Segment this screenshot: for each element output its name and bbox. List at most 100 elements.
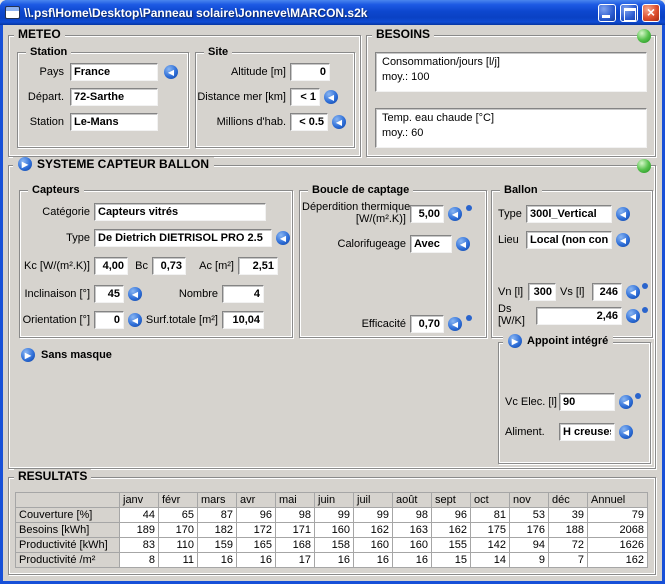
corner-cell <box>15 492 120 508</box>
appoint-expand-icon[interactable] <box>508 334 522 348</box>
ds-picker-button[interactable] <box>626 309 640 323</box>
habitants-input[interactable] <box>290 113 328 131</box>
resultats-group-title: RESULTATS <box>14 469 92 483</box>
close-button[interactable] <box>642 3 660 22</box>
row-label: Couverture [%] <box>15 507 120 523</box>
habitants-picker-button[interactable] <box>332 115 346 129</box>
station-input[interactable] <box>70 113 158 131</box>
vc-elec-picker-button[interactable] <box>619 395 633 409</box>
cell: 39 <box>548 507 588 523</box>
cell: 94 <box>509 537 549 553</box>
aliment-picker-button[interactable] <box>619 425 633 439</box>
cell: 7 <box>548 552 588 568</box>
surface-input[interactable] <box>222 311 264 329</box>
systeme-section-icon[interactable] <box>637 159 651 173</box>
cell: 16 <box>314 552 354 568</box>
cell: 79 <box>587 507 648 523</box>
lieu-input[interactable] <box>526 231 612 249</box>
deperdition-input[interactable] <box>410 205 444 223</box>
systeme-expand-icon[interactable] <box>18 157 32 171</box>
distance-mer-input[interactable] <box>290 88 320 106</box>
ballon-type-picker-button[interactable] <box>616 207 630 221</box>
consommation-value: moy.: 100 <box>382 71 430 83</box>
depart-input[interactable] <box>70 88 158 106</box>
cell: 98 <box>392 507 432 523</box>
calorifugeage-input[interactable] <box>410 235 452 253</box>
ballon-type-input[interactable] <box>526 205 612 223</box>
ac-label: Ac [m²] <box>199 260 234 272</box>
kc-label: Kc [W/(m².K)] <box>24 260 90 272</box>
cell: 11 <box>158 552 198 568</box>
vn-label: Vn [l] <box>498 286 524 298</box>
inclinaison-picker-button[interactable] <box>128 287 142 301</box>
efficacite-picker-button[interactable] <box>448 317 462 331</box>
cell: 96 <box>431 507 471 523</box>
bc-input[interactable] <box>152 257 186 275</box>
minimize-button[interactable] <box>598 3 616 22</box>
besoins-section-icon[interactable] <box>637 29 651 43</box>
vc-elec-input[interactable] <box>559 393 615 411</box>
col-header: janv <box>119 492 159 508</box>
deperdition-picker-button[interactable] <box>448 207 462 221</box>
altitude-label: Altitude [m] <box>230 66 286 78</box>
cell: 142 <box>470 537 510 553</box>
deperdition-dot-icon <box>466 205 472 211</box>
cell: 87 <box>197 507 237 523</box>
window-content: METEO Station Pays Départ. Station Site … <box>3 25 662 581</box>
lieu-picker-button[interactable] <box>616 233 630 247</box>
efficacite-label: Efficacité <box>361 318 406 330</box>
col-header: févr <box>158 492 198 508</box>
orientation-input[interactable] <box>94 311 124 329</box>
capteur-type-picker-button[interactable] <box>276 231 290 245</box>
maximize-button[interactable] <box>620 3 638 22</box>
resultats-group: RESULTATS janv févr mars avr mai juin ju… <box>8 469 656 575</box>
inclinaison-input[interactable] <box>94 285 124 303</box>
app-window: \\.psf\Home\Desktop\Panneau solaire\Jonn… <box>0 0 665 584</box>
distance-mer-picker-button[interactable] <box>324 90 338 104</box>
consommation-panel[interactable]: Consommation/jours [l/j] moy.: 100 <box>375 52 647 92</box>
vs-picker-button[interactable] <box>626 285 640 299</box>
pays-label: Pays <box>39 66 64 78</box>
ds-label: Ds [W/K] <box>498 303 525 327</box>
col-header: juin <box>314 492 354 508</box>
ds-input[interactable] <box>536 307 622 325</box>
pays-input[interactable] <box>70 63 158 81</box>
temperature-panel[interactable]: Temp. eau chaude [°C] moy.: 60 <box>375 108 647 148</box>
cell: 160 <box>392 537 432 553</box>
cell: 171 <box>275 522 315 538</box>
calorifugeage-picker-button[interactable] <box>456 237 470 251</box>
boucle-group: Boucle de captage Déperdition thermique … <box>299 183 487 338</box>
col-header: nov <box>509 492 549 508</box>
temperature-value: moy.: 60 <box>382 127 424 139</box>
cell: 53 <box>509 507 549 523</box>
aliment-input[interactable] <box>559 423 615 441</box>
ac-input[interactable] <box>238 257 278 275</box>
categorie-input[interactable] <box>94 203 266 221</box>
cell: 16 <box>197 552 237 568</box>
cell: 83 <box>119 537 159 553</box>
lieu-label: Lieu <box>498 234 519 246</box>
habitants-label: Millions d'hab. <box>216 116 286 128</box>
efficacite-input[interactable] <box>410 315 444 333</box>
vs-input[interactable] <box>592 283 622 301</box>
cell: 160 <box>353 537 393 553</box>
altitude-input[interactable] <box>290 63 330 81</box>
appoint-group-title-row: Appoint intégré <box>503 334 614 348</box>
pays-picker-button[interactable] <box>164 65 178 79</box>
cell: 162 <box>587 552 648 568</box>
title-bar[interactable]: \\.psf\Home\Desktop\Panneau solaire\Jonn… <box>0 0 665 25</box>
nombre-input[interactable] <box>222 285 264 303</box>
cell: 17 <box>275 552 315 568</box>
cell: 165 <box>236 537 276 553</box>
capteur-type-input[interactable] <box>94 229 272 247</box>
row-label: Productivité [kWh] <box>15 537 120 553</box>
cell: 158 <box>314 537 354 553</box>
cell: 65 <box>158 507 198 523</box>
kc-input[interactable] <box>94 257 128 275</box>
vn-input[interactable] <box>528 283 556 301</box>
boucle-group-title: Boucle de captage <box>308 183 414 197</box>
calorifugeage-label: Calorifugeage <box>337 238 407 250</box>
besoins-group-title: BESOINS <box>372 27 435 41</box>
categorie-label: Catégorie <box>42 206 90 218</box>
sans-masque-expand-icon[interactable] <box>21 348 35 362</box>
